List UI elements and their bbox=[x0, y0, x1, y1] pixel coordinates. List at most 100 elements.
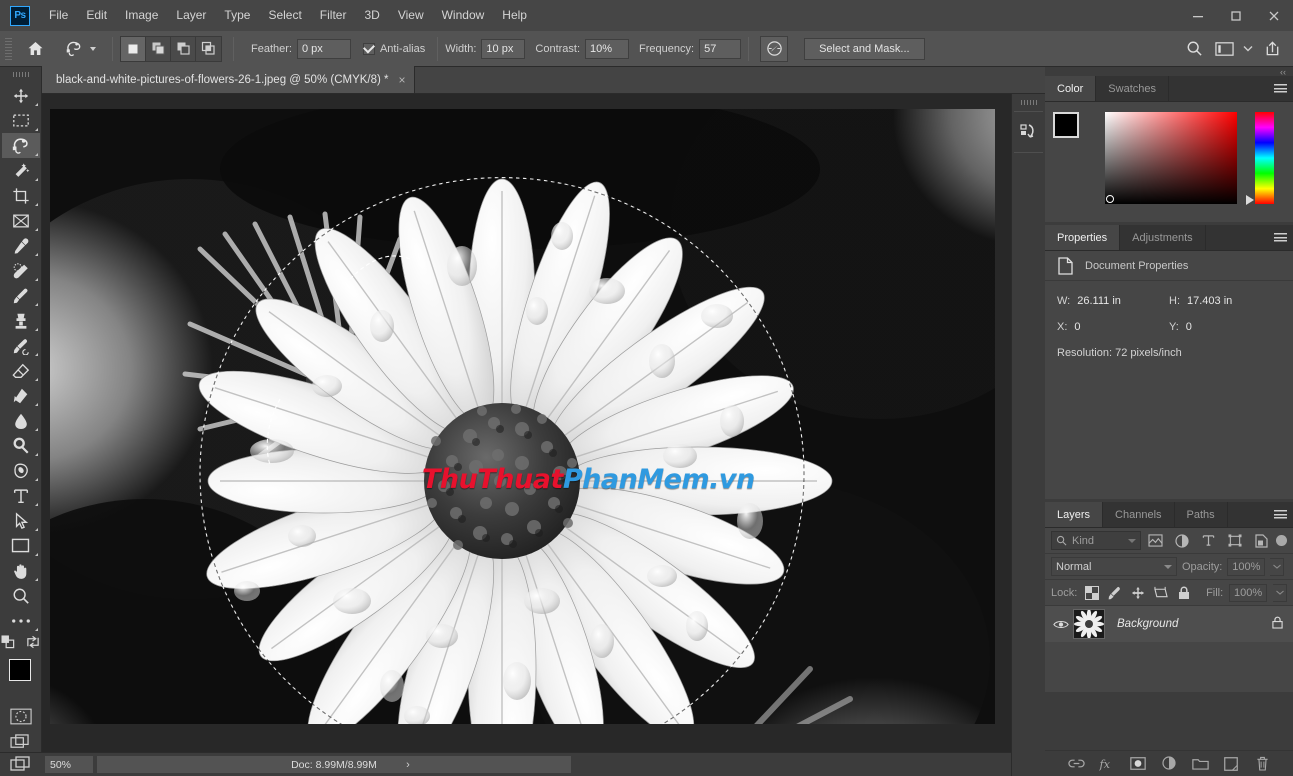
menu-layer[interactable]: Layer bbox=[167, 0, 215, 31]
layer-filter-kind-select[interactable]: Kind bbox=[1051, 531, 1141, 550]
fill-dropdown-icon[interactable] bbox=[1273, 584, 1287, 602]
tab-color[interactable]: Color bbox=[1045, 76, 1096, 101]
chevron-down-icon[interactable] bbox=[1164, 565, 1172, 569]
clone-stamp-tool[interactable] bbox=[2, 308, 40, 333]
blend-mode-select[interactable]: Normal bbox=[1051, 557, 1177, 576]
pen-tool[interactable] bbox=[2, 458, 40, 483]
default-colors-icon[interactable] bbox=[1, 635, 16, 652]
filter-enable-toggle[interactable] bbox=[1276, 535, 1287, 546]
collapsed-dock-grip[interactable] bbox=[1021, 100, 1037, 105]
layer-thumbnail[interactable] bbox=[1073, 609, 1105, 639]
panel-menu-icon[interactable] bbox=[1267, 76, 1293, 101]
document-canvas[interactable]: ThuThuatPhanMem.vn bbox=[50, 109, 995, 724]
minimize-icon[interactable] bbox=[1179, 0, 1217, 31]
lock-position-icon[interactable] bbox=[1129, 584, 1146, 602]
tab-properties[interactable]: Properties bbox=[1045, 225, 1120, 250]
anti-alias-toggle[interactable]: Anti-alias bbox=[363, 43, 430, 55]
path-selection-tool[interactable] bbox=[2, 508, 40, 533]
menu-window[interactable]: Window bbox=[433, 0, 494, 31]
spot-healing-brush-tool[interactable] bbox=[2, 258, 40, 283]
close-icon[interactable]: × bbox=[399, 74, 406, 86]
tool-preset-picker[interactable] bbox=[58, 36, 99, 62]
tab-swatches[interactable]: Swatches bbox=[1096, 76, 1169, 101]
eraser-tool[interactable] bbox=[2, 358, 40, 383]
screen-mode-icon[interactable] bbox=[2, 730, 40, 754]
menu-view[interactable]: View bbox=[389, 0, 433, 31]
feather-input[interactable] bbox=[297, 39, 351, 59]
home-icon[interactable] bbox=[18, 36, 52, 62]
width-input[interactable] bbox=[481, 39, 525, 59]
eyedropper-tool[interactable] bbox=[2, 233, 40, 258]
move-tool[interactable] bbox=[2, 83, 40, 108]
chevron-right-icon[interactable]: › bbox=[406, 759, 410, 771]
menu-edit[interactable]: Edit bbox=[77, 0, 116, 31]
filter-pixel-icon[interactable] bbox=[1144, 531, 1167, 551]
menu-filter[interactable]: Filter bbox=[311, 0, 356, 31]
pen-pressure-icon[interactable] bbox=[760, 36, 788, 62]
select-and-mask-button[interactable]: Select and Mask... bbox=[804, 38, 925, 60]
quick-mask-icon[interactable] bbox=[2, 704, 40, 728]
foreground-color-swatch[interactable] bbox=[1053, 112, 1079, 138]
maximize-icon[interactable] bbox=[1217, 0, 1255, 31]
filter-shape-icon[interactable] bbox=[1223, 531, 1246, 551]
menu-3d[interactable]: 3D bbox=[355, 0, 388, 31]
new-layer-icon[interactable] bbox=[1222, 755, 1240, 773]
canvas-area[interactable]: ThuThuatPhanMem.vn bbox=[42, 94, 1011, 752]
panel-menu-icon[interactable] bbox=[1267, 225, 1293, 250]
opacity-value[interactable]: 100% bbox=[1227, 558, 1265, 576]
tab-adjustments[interactable]: Adjustments bbox=[1120, 225, 1206, 250]
height-value[interactable]: 17.403 in bbox=[1187, 295, 1232, 307]
zoom-tool[interactable] bbox=[2, 583, 40, 608]
x-value[interactable]: 0 bbox=[1074, 321, 1080, 333]
horizontal-type-tool[interactable] bbox=[2, 483, 40, 508]
document-info-field[interactable]: Doc: 8.99M/8.99M › bbox=[97, 756, 571, 773]
lock-all-icon[interactable] bbox=[1175, 584, 1192, 602]
tab-channels[interactable]: Channels bbox=[1103, 502, 1174, 527]
share-icon[interactable] bbox=[1259, 36, 1285, 62]
collapse-panels-button[interactable]: ‹‹ bbox=[1045, 67, 1293, 76]
tab-layers[interactable]: Layers bbox=[1045, 502, 1103, 527]
tools-panel-grip[interactable] bbox=[13, 72, 29, 77]
chevron-down-icon[interactable] bbox=[90, 47, 96, 51]
filter-type-icon[interactable] bbox=[1197, 531, 1220, 551]
zoom-level-field[interactable]: 50% bbox=[45, 756, 93, 773]
menu-help[interactable]: Help bbox=[493, 0, 536, 31]
menu-select[interactable]: Select bbox=[259, 0, 310, 31]
gradient-tool[interactable] bbox=[2, 383, 40, 408]
layer-styles-fx-icon[interactable]: fx bbox=[1098, 755, 1116, 773]
layer-list[interactable]: Background bbox=[1045, 606, 1293, 692]
subtract-from-selection-button[interactable] bbox=[171, 37, 196, 61]
history-panel-icon[interactable] bbox=[1014, 118, 1044, 146]
layer-visibility-icon[interactable] bbox=[1049, 619, 1073, 630]
new-adjustment-layer-icon[interactable] bbox=[1160, 755, 1178, 773]
chevron-down-icon[interactable] bbox=[1128, 539, 1136, 543]
frequency-input[interactable] bbox=[699, 39, 741, 59]
lock-image-pixels-icon[interactable] bbox=[1106, 584, 1123, 602]
filter-adjustment-icon[interactable] bbox=[1171, 531, 1194, 551]
layer-name[interactable]: Background bbox=[1117, 618, 1272, 630]
fill-value[interactable]: 100% bbox=[1229, 584, 1267, 602]
rectangular-marquee-tool[interactable] bbox=[2, 108, 40, 133]
hue-slider[interactable] bbox=[1255, 112, 1274, 204]
y-value[interactable]: 0 bbox=[1186, 321, 1192, 333]
chevron-down-icon[interactable] bbox=[1241, 36, 1255, 62]
add-to-selection-button[interactable] bbox=[146, 37, 171, 61]
document-tab[interactable]: black-and-white-pictures-of-flowers-26-1… bbox=[42, 66, 415, 93]
magnetic-lasso-tool[interactable] bbox=[2, 133, 40, 158]
add-layer-mask-icon[interactable] bbox=[1129, 755, 1147, 773]
screen-mode-icon[interactable] bbox=[0, 753, 42, 776]
new-group-icon[interactable] bbox=[1191, 755, 1209, 773]
contrast-input[interactable] bbox=[585, 39, 629, 59]
lock-artboard-icon[interactable] bbox=[1152, 584, 1169, 602]
dodge-tool[interactable] bbox=[2, 433, 40, 458]
link-layers-icon[interactable] bbox=[1067, 755, 1085, 773]
width-value[interactable]: 26.111 in bbox=[1077, 295, 1121, 307]
hand-tool[interactable] bbox=[2, 558, 40, 583]
menu-type[interactable]: Type bbox=[215, 0, 259, 31]
brush-tool[interactable] bbox=[2, 283, 40, 308]
filter-smart-object-icon[interactable] bbox=[1250, 531, 1273, 551]
anti-alias-checkbox[interactable] bbox=[363, 43, 375, 55]
menu-image[interactable]: Image bbox=[116, 0, 167, 31]
options-bar-grip[interactable] bbox=[5, 38, 12, 60]
opacity-dropdown-icon[interactable] bbox=[1270, 558, 1284, 576]
